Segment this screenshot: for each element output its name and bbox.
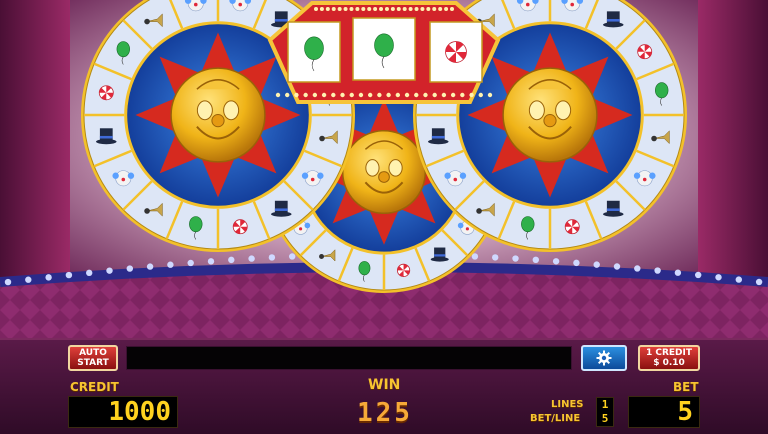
stage-light: [86, 269, 93, 277]
wheel-scene: [0, 0, 768, 338]
peppermint-candy-icon: [232, 219, 248, 235]
stage-light: [695, 271, 702, 279]
stage-light: [228, 256, 235, 264]
peppermint-candy-icon: [445, 41, 467, 63]
peppermint-candy-icon: [396, 263, 411, 277]
lines-meter: 1: [601, 398, 609, 411]
stage-light: [268, 254, 276, 261]
stage-light: [146, 263, 154, 270]
stage-light: [248, 255, 255, 262]
win-meter: 125: [357, 398, 413, 428]
stage-light: [735, 276, 742, 283]
stage-light: [65, 271, 73, 279]
stage-light: [613, 263, 621, 270]
auto-start-button[interactable]: AUTO START: [68, 345, 118, 371]
settings-button[interactable]: [581, 345, 627, 371]
stage-light: [492, 254, 499, 261]
stage-light: [4, 278, 12, 286]
symbol-marquee: [267, 1, 501, 104]
bet-per-line-meter: 5: [601, 412, 609, 425]
stage-light: [573, 259, 580, 267]
stage-light: [126, 265, 133, 272]
stage-light: [289, 253, 296, 260]
stage-light: [674, 269, 682, 276]
stage-light: [187, 259, 194, 267]
stage-light: [634, 265, 641, 272]
credit-meter: 1000: [68, 396, 178, 428]
lines-bet-meter: 1 5: [596, 397, 614, 427]
stage-light: [532, 256, 539, 264]
gear-icon: [596, 350, 612, 366]
peppermint-candy-icon: [98, 85, 114, 101]
stage-light: [167, 261, 174, 268]
clown-coin-icon: [170, 67, 266, 163]
stage-light: [207, 258, 215, 265]
clown-coin-icon: [502, 67, 598, 163]
peppermint-candy-icon: [564, 219, 580, 235]
clown-coin-icon: [341, 129, 427, 215]
credit-value-button[interactable]: 1 CREDIT $ 0.10: [638, 345, 700, 371]
stage-light: [45, 274, 52, 281]
peppermint-candy-icon: [637, 44, 653, 60]
stage-light: [512, 255, 519, 262]
credit-value-label-2: $ 0.10: [653, 358, 685, 368]
stage-light: [755, 278, 763, 286]
stage-light: [654, 267, 661, 274]
credit-value-label-1: 1 CREDIT: [645, 348, 693, 358]
auto-start-label-1: AUTO: [79, 348, 107, 358]
stage-light: [106, 267, 113, 274]
lines-label: LINES: [551, 399, 584, 410]
message-bar: [126, 346, 572, 370]
auto-start-label-2: START: [77, 358, 109, 368]
stage-light: [593, 261, 600, 268]
credit-label: CREDIT: [70, 380, 119, 394]
bet-per-line-label: BET/LINE: [530, 413, 581, 424]
stage-light: [552, 258, 560, 265]
stage-light: [25, 276, 32, 283]
win-label: WIN: [368, 377, 401, 393]
bet-meter: 5: [628, 396, 700, 428]
stage-light: [715, 274, 722, 281]
bet-label: BET: [673, 380, 699, 394]
